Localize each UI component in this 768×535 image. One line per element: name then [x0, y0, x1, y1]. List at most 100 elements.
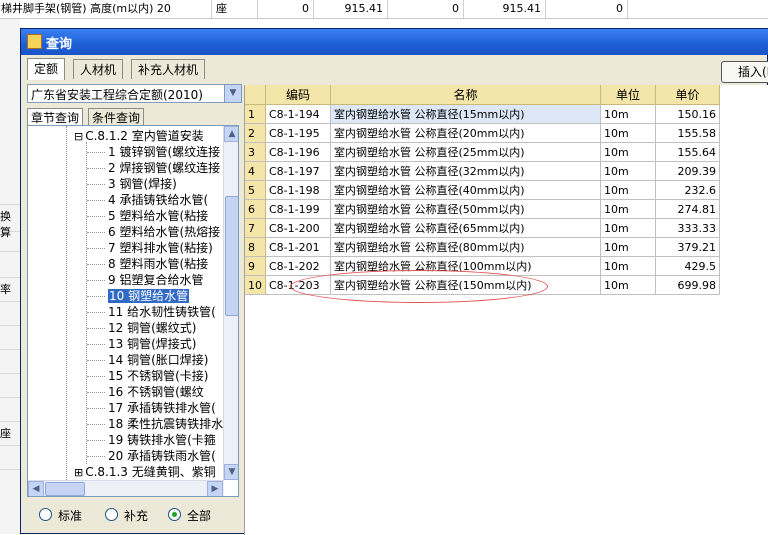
cell-price[interactable]: 155.64 — [656, 143, 720, 162]
cell-price[interactable]: 333.33 — [656, 219, 720, 238]
scroll-up-icon[interactable]: ▲ — [224, 126, 238, 142]
cell-name[interactable]: 室内钢塑给水管 公称直径(50mm以内) — [331, 200, 601, 219]
cell-name[interactable]: 室内钢塑给水管 公称直径(80mm以内) — [331, 238, 601, 257]
tree-item[interactable]: 4 承插铸铁给水管( — [87, 192, 208, 208]
cell-price[interactable]: 699.98 — [656, 276, 720, 295]
chapter-tree[interactable]: ⊟ C.8.1.2 室内管道安装 1 镀锌钢管(螺纹连接 2 焊接钢管(螺纹连接 3 钢… — [27, 125, 239, 497]
tree-item[interactable]: ⊟ C.8.1.2 室内管道安装 — [74, 128, 204, 144]
scroll-right-icon[interactable]: ▶ — [207, 481, 223, 496]
table-corner — [245, 85, 266, 105]
tree-item[interactable]: 12 铜管(螺纹式) — [87, 320, 196, 336]
radio-standard[interactable]: 标准 — [39, 508, 82, 524]
tab-labor-material[interactable]: 人材机 — [73, 59, 124, 79]
cell-unit[interactable]: 10m — [601, 181, 656, 200]
cell-name[interactable]: 室内钢塑给水管 公称直径(15mm以内) — [331, 105, 601, 124]
radio-all[interactable]: 全部 — [168, 508, 211, 524]
cell-unit[interactable]: 10m — [601, 257, 656, 276]
tree-item[interactable]: 10 钢塑给水管 — [87, 288, 190, 304]
row-number: 1 — [245, 105, 266, 124]
cell-price[interactable]: 209.39 — [656, 162, 720, 181]
tree-item[interactable]: 18 柔性抗震铸铁排水 — [87, 416, 223, 432]
column-header-price[interactable]: 单价 — [656, 85, 720, 105]
tree-item[interactable]: ⊞ C.8.1.3 无缝黄铜、紫铜 — [74, 464, 216, 480]
radio-icon[interactable] — [105, 508, 118, 521]
tree-item[interactable]: 1 镀锌钢管(螺纹连接 — [87, 144, 220, 160]
insert-button[interactable]: 插入(I — [721, 61, 768, 83]
sheet-label: 率 — [0, 283, 11, 296]
cell-price[interactable]: 274.81 — [656, 200, 720, 219]
cell-code[interactable]: C8-1-196 — [266, 143, 331, 162]
cell-unit[interactable]: 10m — [601, 124, 656, 143]
radio-label: 全部 — [187, 509, 212, 523]
tab-quota[interactable]: 定额 — [27, 58, 66, 80]
cell-name[interactable]: 室内钢塑给水管 公称直径(65mm以内) — [331, 219, 601, 238]
tree-item[interactable]: 9 铝塑复合给水管 — [87, 272, 203, 288]
quota-library-value: 广东省安装工程综合定额(2010) — [31, 88, 203, 102]
tree-item[interactable]: 13 铜管(焊接式) — [87, 336, 196, 352]
cell-code[interactable]: C8-1-200 — [266, 219, 331, 238]
tree-item[interactable]: 11 给水韧性铸铁管( — [87, 304, 216, 320]
tree-item[interactable]: 16 不锈钢管(螺纹 — [87, 384, 204, 400]
cell-unit[interactable]: 10m — [601, 238, 656, 257]
quota-library-select[interactable]: 广东省安装工程综合定额(2010) ▼ — [27, 84, 242, 103]
tree-item-label: 10 钢塑给水管 — [108, 289, 190, 303]
tree-item[interactable]: 7 塑料排水管(粘接) — [87, 240, 213, 256]
cell-name[interactable]: 室内钢塑给水管 公称直径(25mm以内) — [331, 143, 601, 162]
cell-unit[interactable]: 10m — [601, 162, 656, 181]
column-header-unit[interactable]: 单位 — [601, 85, 656, 105]
cell-name[interactable]: 室内钢塑给水管 公称直径(40mm以内) — [331, 181, 601, 200]
scroll-thumb[interactable] — [225, 196, 238, 316]
column-header-name[interactable]: 名称 — [331, 85, 601, 105]
cell-price[interactable]: 429.5 — [656, 257, 720, 276]
scroll-left-icon[interactable]: ◀ — [28, 481, 44, 496]
quota-table: 编码 名称 单位 单价 1 C8-1-194 室内钢塑给水管 公称直径(15mm以内… — [244, 85, 768, 535]
cell-unit[interactable]: 10m — [601, 200, 656, 219]
radio-icon[interactable] — [168, 508, 181, 521]
column-header-code[interactable]: 编码 — [266, 85, 331, 105]
cell-code[interactable]: C8-1-198 — [266, 181, 331, 200]
tab-condition-query[interactable]: 条件查询 — [88, 108, 145, 126]
radio-supplement[interactable]: 补充 — [105, 508, 148, 524]
tree-horizontal-scrollbar[interactable]: ◀ ▶ — [28, 480, 224, 496]
cell-unit[interactable]: 10m — [601, 276, 656, 295]
title-bar[interactable]: 查询 — [21, 29, 768, 55]
cell-name[interactable]: 室内钢塑给水管 公称直径(32mm以内) — [331, 162, 601, 181]
scroll-thumb[interactable] — [45, 482, 85, 496]
tree-item[interactable]: 2 焊接钢管(螺纹连接 — [87, 160, 220, 176]
cell-unit[interactable]: 10m — [601, 219, 656, 238]
cell-code[interactable]: C8-1-199 — [266, 200, 331, 219]
cell-price[interactable]: 155.58 — [656, 124, 720, 143]
tree-item[interactable]: 8 塑料雨水管(粘接 — [87, 256, 208, 272]
scroll-down-icon[interactable]: ▼ — [224, 464, 238, 480]
tab-supplement-labor-material[interactable]: 补充人材机 — [131, 59, 206, 79]
cell-code[interactable]: C8-1-195 — [266, 124, 331, 143]
radio-icon[interactable] — [39, 508, 52, 521]
cell-code[interactable]: C8-1-194 — [266, 105, 331, 124]
chevron-down-icon[interactable]: ▼ — [224, 85, 241, 102]
tree-vertical-scrollbar[interactable]: ▲ ▼ — [223, 126, 238, 480]
tree-item[interactable]: 5 塑料给水管(粘接 — [87, 208, 208, 224]
expand-icon[interactable]: ⊞ — [74, 466, 83, 479]
cell-code[interactable]: C8-1-201 — [266, 238, 331, 257]
cell-code[interactable]: C8-1-197 — [266, 162, 331, 181]
cell-code[interactable]: C8-1-202 — [266, 257, 331, 276]
cell-price[interactable]: 379.21 — [656, 238, 720, 257]
tree-item[interactable]: 6 塑料给水管(热熔接 — [87, 224, 220, 240]
tree-item[interactable]: 19 铸铁排水管(卡箍 — [87, 432, 216, 448]
row-number: 9 — [245, 257, 266, 276]
cell-unit[interactable]: 10m — [601, 105, 656, 124]
tree-item[interactable]: 3 钢管(焊接) — [87, 176, 177, 192]
cell-price[interactable]: 150.16 — [656, 105, 720, 124]
cell-unit[interactable]: 10m — [601, 143, 656, 162]
collapse-icon[interactable]: ⊟ — [74, 130, 83, 143]
tree-item[interactable]: 17 承插铸铁排水管( — [87, 400, 216, 416]
radio-label: 补充 — [124, 509, 149, 523]
tree-item[interactable]: 20 承插铸铁雨水管( — [87, 448, 216, 464]
tree-item-label: 7 塑料排水管(粘接) — [108, 241, 213, 255]
cell-name[interactable]: 室内钢塑给水管 公称直径(20mm以内) — [331, 124, 601, 143]
tree-item[interactable]: 15 不锈钢管(卡接) — [87, 368, 208, 384]
tree-item[interactable]: 14 铜管(胀口焊接) — [87, 352, 208, 368]
cell-price[interactable]: 232.6 — [656, 181, 720, 200]
tab-chapter-query[interactable]: 章节查询 — [27, 108, 84, 126]
row-number: 10 — [245, 276, 266, 295]
